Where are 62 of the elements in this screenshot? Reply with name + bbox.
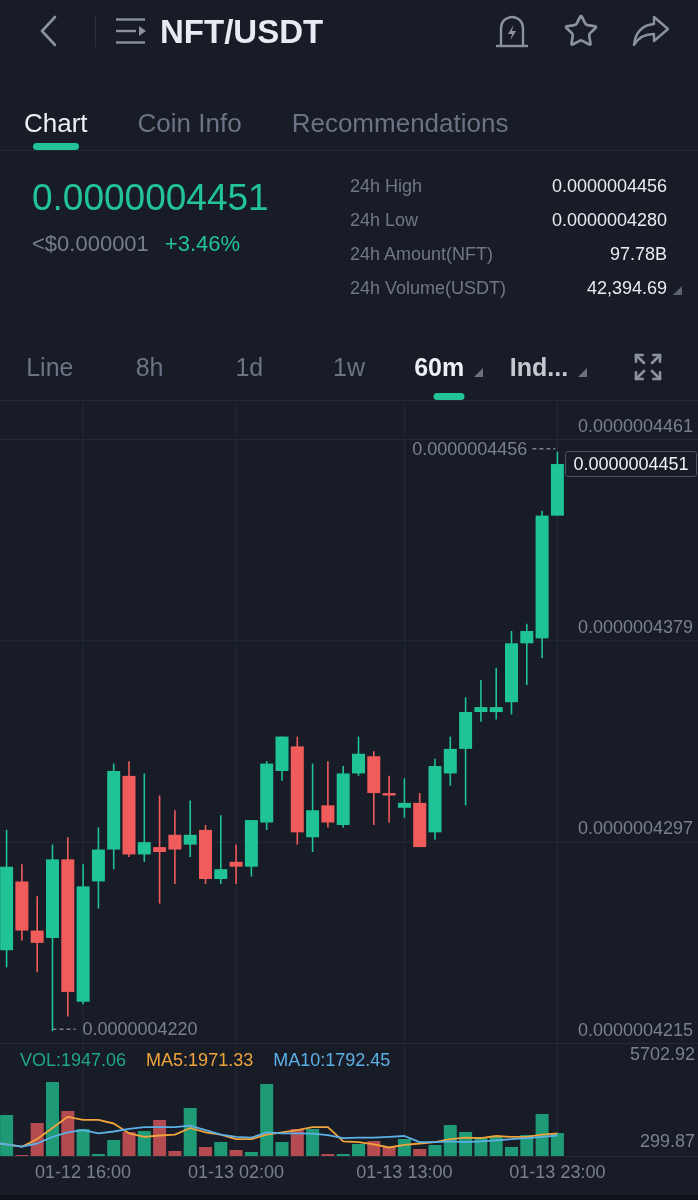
last-price: 0.0000004451	[32, 176, 269, 220]
candlestick	[199, 824, 212, 885]
interval-tab[interactable]: Line	[26, 330, 74, 400]
candlestick	[352, 735, 365, 777]
stat-value: 0.0000004280	[551, 209, 667, 232]
stat-label: 24h Low	[350, 209, 420, 232]
stat-label: 24h Volume(USDT)	[350, 277, 508, 300]
price-axis-label: 0.0000004215	[577, 1018, 693, 1041]
candlestick	[183, 799, 197, 858]
bell-icon	[494, 13, 530, 49]
volume-bar	[352, 1144, 365, 1156]
candlestick	[321, 760, 335, 829]
share-arrow-icon	[632, 14, 670, 48]
pair-selector-button[interactable]: NFT/USDT	[115, 14, 324, 48]
dashed-leader-line	[531, 448, 557, 450]
caret-icon	[474, 367, 484, 377]
star-icon	[563, 13, 599, 49]
stat-value: 97.78B	[608, 243, 667, 266]
alert-button[interactable]	[494, 13, 530, 49]
price-axis-label: 0.0000004297	[577, 817, 693, 840]
tab[interactable]: Chart	[24, 62, 88, 150]
stat-label: 24h Amount(NFT)	[350, 243, 495, 266]
time-axis-label: 01-12 16:00	[35, 1161, 132, 1183]
dashed-leader-line	[51, 1028, 77, 1030]
menu-arrow-icon	[115, 17, 146, 45]
candlestick	[489, 667, 503, 721]
price-axis-label: 0.0000004379	[577, 615, 693, 638]
indicator-label: MA5:1971.33	[146, 1049, 254, 1071]
volume-bar	[199, 1147, 212, 1156]
fiat-price: <$0.000001	[32, 231, 149, 257]
stat-value: 0.0000004456	[551, 175, 667, 198]
dropdown-tab[interactable]: Ind...	[509, 330, 588, 400]
high-price-label: 0.0000004456	[412, 437, 528, 460]
caret-icon	[578, 367, 588, 377]
price-tag: 0.0000004451	[565, 451, 697, 478]
interval-tab[interactable]: 1w	[333, 330, 365, 400]
price-change: +3.46%	[164, 231, 241, 257]
low-price-label: 0.0000004220	[82, 1018, 198, 1041]
dropdown-tab[interactable]: 60m	[414, 330, 484, 400]
share-button[interactable]	[632, 14, 670, 48]
indicator-label: VOL:1947.06	[20, 1049, 127, 1071]
interval-tab[interactable]: 1d	[235, 330, 264, 400]
favorite-button[interactable]	[563, 13, 599, 49]
indicator-label: MA10:1792.45	[273, 1049, 391, 1071]
volume-bar	[505, 1147, 518, 1156]
tab[interactable]: Recommendations	[291, 62, 509, 150]
time-axis-label: 01-13 13:00	[356, 1161, 453, 1183]
tab[interactable]: Coin Info	[137, 62, 242, 150]
chevron-left-icon	[38, 15, 58, 47]
candlestick	[336, 765, 350, 829]
interval-tab[interactable]: 8h	[135, 330, 164, 400]
candlestick	[397, 777, 411, 819]
stat-label: 24h High	[350, 175, 424, 198]
corner-triangle-icon	[673, 285, 682, 295]
volume-axis-label: 5702.92	[629, 1043, 695, 1065]
volume-bar	[137, 1131, 151, 1156]
price-axis-label: 0.0000004461	[577, 414, 693, 437]
candlestick	[244, 819, 258, 878]
time-axis-label: 01-13 23:00	[509, 1161, 606, 1183]
time-axis-label: 01-13 02:00	[188, 1161, 285, 1183]
stat-value: 42,394.69	[585, 277, 667, 300]
volume-axis-label: 299.87	[639, 1130, 695, 1152]
